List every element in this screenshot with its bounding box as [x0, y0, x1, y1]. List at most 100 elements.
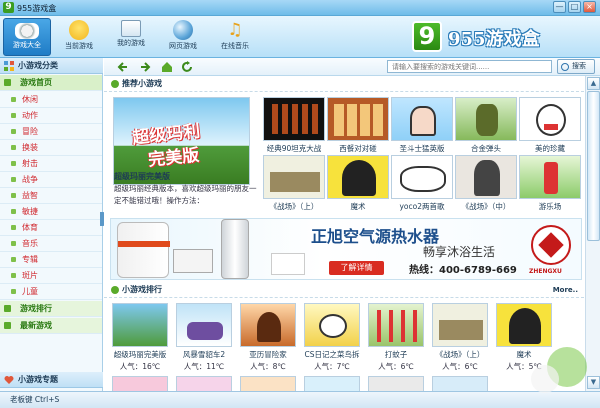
rank-game-title[interactable]: CS日记之菜鸟拆 [297, 349, 367, 360]
sidebar-item-casual[interactable]: 休闲 [0, 92, 102, 108]
scroll-thumb[interactable] [587, 91, 600, 241]
game-thumbnail[interactable] [519, 155, 581, 199]
app-logo-icon: 9 [3, 2, 14, 13]
search-button[interactable]: 搜索 [557, 59, 595, 74]
sidebar-item-ranking[interactable]: 游戏排行 [0, 301, 102, 317]
globe-icon [173, 20, 193, 40]
tab-current-games[interactable]: 当前游戏 [55, 18, 103, 56]
game-title[interactable]: 游乐场 [516, 201, 584, 212]
sidebar-item-shooting[interactable]: 射击 [0, 156, 102, 172]
sidebar-item-label: 游戏排行 [20, 304, 52, 313]
sidebar-item-adventure[interactable]: 冒险 [0, 124, 102, 140]
rank-popularity: 人气：16℃ [119, 362, 161, 371]
game-thumbnail[interactable] [263, 97, 325, 141]
ad-banner[interactable]: 正旭空气源热水器 畅享沐浴生活 了解详情 热线：400-6789-669 ZHE… [110, 218, 582, 280]
rank-thumbnail[interactable] [112, 376, 168, 391]
close-button[interactable]: × [583, 1, 596, 13]
bullet-icon [11, 241, 16, 246]
banner-logo-text: ZHENGXU [529, 268, 562, 275]
sidebar-item-home[interactable]: 游戏首页 [0, 75, 102, 91]
sidebar-item-puzzle[interactable]: 益智 [0, 188, 102, 204]
game-title[interactable]: 圣斗士猛英版 [388, 143, 456, 154]
sidebar-item-albums[interactable]: 专辑 [0, 252, 102, 268]
rank-game-title[interactable]: 超级玛丽完美版 [105, 349, 175, 360]
game-thumbnail[interactable] [327, 97, 389, 141]
bullet-icon [11, 289, 16, 294]
search-input[interactable] [387, 60, 552, 73]
more-link[interactable]: More.. [553, 282, 578, 298]
rank-thumbnail[interactable] [304, 303, 360, 347]
tab-my-games[interactable]: 我的游戏 [107, 18, 155, 56]
sidebar-header-label: 小游戏专题 [18, 375, 58, 384]
game-title[interactable]: 《战场》（中） [452, 201, 520, 212]
rank-thumbnail[interactable] [368, 376, 424, 391]
sidebar-item-latest[interactable]: 最新游戏 [0, 318, 102, 334]
sidebar-item-war[interactable]: 战争 [0, 172, 102, 188]
featured-game-title[interactable]: 超级玛丽完美版 [114, 171, 170, 182]
app-window: 9 955游戏盒 — □ × 游戏大全 当前游戏 我的游戏 网页游戏 ♫ 在线音… [0, 0, 600, 408]
game-title[interactable]: yoco2两首歌 [388, 201, 456, 212]
tab-web-games[interactable]: 网页游戏 [159, 18, 207, 56]
sidebar-item-kids[interactable]: 儿童 [0, 284, 102, 300]
game-title[interactable]: 合金弹头 [452, 143, 520, 154]
main-content: 推荐小游戏 超级玛利 完美版 超级玛丽完美版 超级玛丽经典版本，喜欢超级玛丽的朋… [104, 76, 584, 391]
rank-game-title[interactable]: 《战场》（上） [425, 349, 495, 360]
sidebar-topics-header[interactable]: 小游戏专题 [0, 372, 103, 388]
game-title[interactable]: 魔术 [324, 201, 392, 212]
bullet-icon [11, 161, 16, 166]
game-title[interactable]: 经典90坦克大战 [260, 143, 328, 154]
tab-online-music[interactable]: ♫ 在线音乐 [211, 18, 259, 56]
rank-thumbnail[interactable] [240, 376, 296, 391]
game-thumbnail[interactable] [391, 155, 453, 199]
sidebar-item-label: 体育 [22, 223, 38, 232]
tab-label: 游戏大全 [13, 41, 41, 49]
bullet-icon [11, 177, 16, 182]
rank-game-title[interactable]: 亚历冒险家 [233, 349, 303, 360]
game-thumbnail[interactable] [519, 97, 581, 141]
refresh-icon[interactable] [181, 61, 193, 73]
forward-arrow-icon[interactable] [139, 61, 151, 73]
game-thumbnail[interactable] [455, 97, 517, 141]
game-title[interactable]: 西餐对对碰 [324, 143, 392, 154]
game-title[interactable]: 美的珍藏 [516, 143, 584, 154]
rank-thumbnail[interactable] [112, 303, 168, 347]
minimize-button[interactable]: — [553, 1, 566, 13]
site-watermark-logo [531, 347, 587, 393]
sidebar-item-label: 斑片 [22, 271, 38, 280]
sidebar-item-sports[interactable]: 体育 [0, 220, 102, 236]
heater-tank-image [221, 219, 249, 279]
game-thumbnail[interactable] [327, 155, 389, 199]
rank-thumbnail[interactable] [304, 376, 360, 391]
ranking-icon [4, 305, 11, 312]
sidebar-item-clips[interactable]: 斑片 [0, 268, 102, 284]
section-arrow-icon [111, 286, 119, 294]
rank-thumbnail[interactable] [432, 376, 488, 391]
home-icon[interactable] [161, 61, 173, 73]
back-arrow-icon[interactable] [117, 61, 129, 73]
sidebar-item-music[interactable]: 音乐 [0, 236, 102, 252]
game-thumbnail[interactable] [391, 97, 453, 141]
vertical-scrollbar[interactable]: ▲ ▼ [585, 76, 600, 391]
sidebar-header-label: 小游戏分类 [18, 61, 58, 70]
tab-label: 在线音乐 [221, 42, 249, 50]
rank-thumbnail[interactable] [176, 303, 232, 347]
game-thumbnail[interactable] [455, 155, 517, 199]
game-thumbnail[interactable] [263, 155, 325, 199]
game-title[interactable]: 《战场》（上） [260, 201, 328, 212]
rank-game-title[interactable]: 风暴雪貂车2 [169, 349, 239, 360]
rank-thumbnail[interactable] [368, 303, 424, 347]
scroll-up-icon[interactable]: ▲ [587, 77, 600, 90]
bullet-icon [11, 113, 16, 118]
tab-game-catalog[interactable]: 游戏大全 [3, 18, 51, 56]
rank-thumbnail[interactable] [176, 376, 232, 391]
rank-thumbnail[interactable] [496, 303, 552, 347]
navigation-bar: 搜索 [104, 58, 600, 76]
sidebar-item-agility[interactable]: 敏捷 [0, 204, 102, 220]
rank-game-title[interactable]: 打蚊子 [361, 349, 431, 360]
sidebar-item-dressup[interactable]: 换装 [0, 140, 102, 156]
sidebar-item-action[interactable]: 动作 [0, 108, 102, 124]
rank-thumbnail[interactable] [432, 303, 488, 347]
banner-details-button[interactable]: 了解详情 [329, 261, 384, 275]
maximize-button[interactable]: □ [568, 1, 581, 13]
rank-thumbnail[interactable] [240, 303, 296, 347]
